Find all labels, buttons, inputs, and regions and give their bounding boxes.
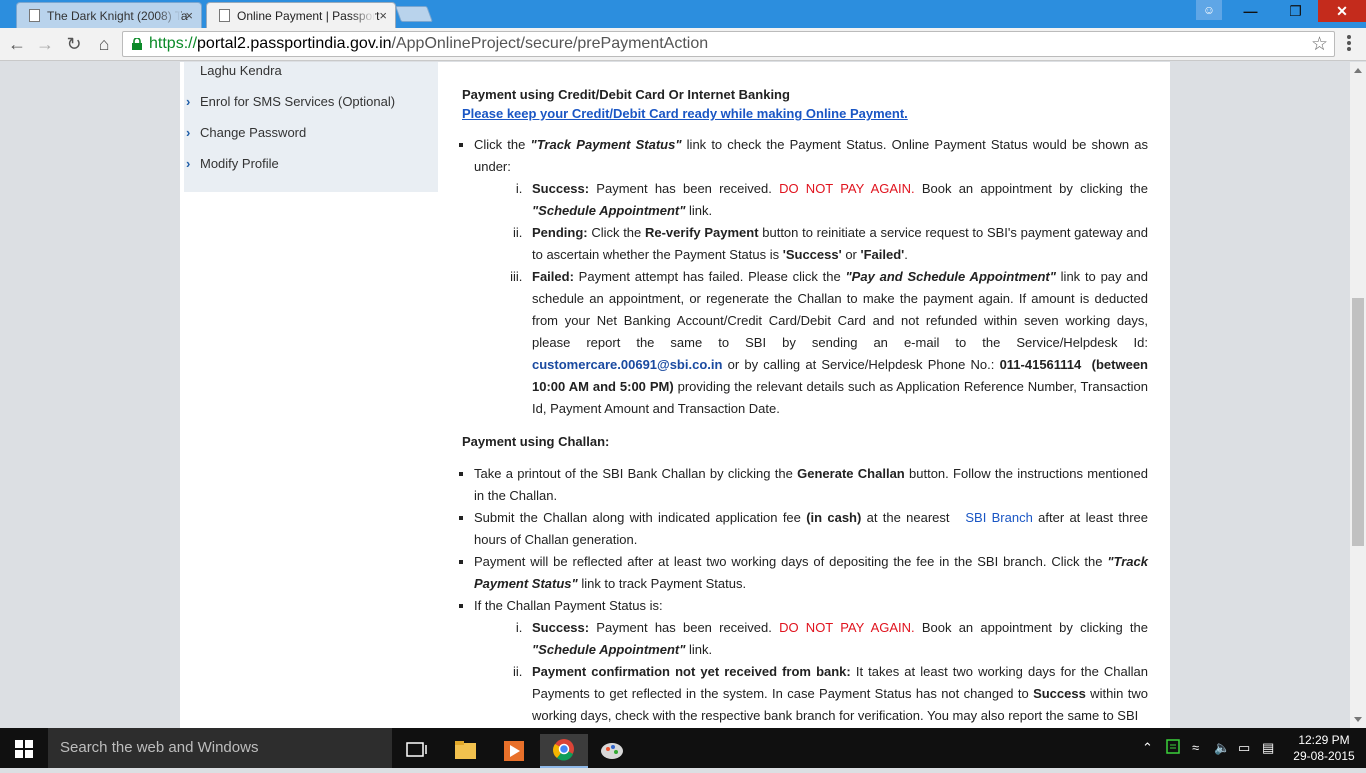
paint-icon[interactable] — [588, 734, 636, 768]
sidebar-item-label: Laghu Kendra — [200, 63, 282, 78]
window-close-button[interactable]: ✕ — [1318, 0, 1366, 22]
scroll-thumb[interactable] — [1352, 298, 1364, 546]
scroll-down-icon[interactable] — [1354, 717, 1362, 722]
card-notice-link[interactable]: Please keep your Credit/Debit Card ready… — [462, 104, 1148, 124]
list-item: Submit the Challan along with indicated … — [474, 507, 1148, 551]
tab-online-payment[interactable]: Online Payment | Passport × — [206, 2, 396, 28]
challan-instructions-list: Take a printout of the SBI Bank Challan … — [474, 463, 1148, 727]
sidebar: Laghu Kendra › Enrol for SMS Services (O… — [184, 62, 438, 192]
back-icon[interactable]: ← — [5, 32, 29, 56]
taskbar-search-box[interactable]: Search the web and Windows — [48, 728, 392, 768]
chevron-right-icon: › — [186, 125, 191, 140]
chevron-right-icon: › — [186, 94, 191, 109]
browser-toolbar: ← → ↻ ⌂ https://portal2.passportindia.go… — [0, 28, 1366, 61]
close-icon[interactable]: × — [185, 8, 193, 23]
taskbar-clock[interactable]: 12:29 PM 29-08-2015 — [1284, 732, 1364, 764]
search-placeholder: Search the web and Windows — [60, 739, 259, 756]
new-tab-button[interactable] — [395, 6, 433, 22]
card-notice-text: Please keep your Credit/Debit Card ready… — [462, 106, 908, 121]
clock-time: 12:29 PM — [1298, 733, 1350, 747]
chevron-right-icon: › — [186, 156, 191, 171]
challan-section-title: Payment using Challan: — [462, 434, 610, 449]
tab-dark-knight[interactable]: The Dark Knight (2008) Ta × — [16, 2, 202, 28]
wifi-icon[interactable]: ≈ — [1192, 740, 1199, 755]
close-icon[interactable]: × — [379, 8, 387, 23]
url-scheme: https:// — [149, 35, 198, 52]
media-player-icon[interactable] — [490, 734, 538, 768]
file-explorer-icon[interactable] — [442, 734, 490, 768]
list-item: Success: Payment has been received. DO N… — [526, 617, 1148, 661]
scroll-up-icon[interactable] — [1354, 68, 1362, 73]
browser-titlebar: The Dark Knight (2008) Ta × Online Payme… — [0, 0, 1366, 28]
taskbar: Search the web and Windows ⌃ ≈ 🔈 ▭ ▤ 12:… — [0, 728, 1366, 768]
payment-instructions: Payment using Credit/Debit Card Or Inter… — [462, 86, 1148, 727]
forward-icon[interactable]: → — [33, 32, 57, 56]
notifications-icon[interactable]: ▤ — [1262, 740, 1274, 756]
list-item: Failed: Payment attempt has failed. Plea… — [526, 266, 1148, 420]
user-icon[interactable]: ☺ — [1196, 0, 1222, 20]
sidebar-item-label: Enrol for SMS Services (Optional) — [200, 94, 396, 109]
page-viewport: Laghu Kendra › Enrol for SMS Services (O… — [0, 62, 1350, 728]
status-list: Success: Payment has been received. DO N… — [526, 178, 1148, 420]
clock-date: 29-08-2015 — [1293, 749, 1355, 763]
list-item: Click the "Track Payment Status" link to… — [474, 134, 1148, 420]
restore-button[interactable]: ❐ — [1273, 0, 1318, 22]
page-container: Laghu Kendra › Enrol for SMS Services (O… — [180, 62, 1170, 728]
home-icon[interactable]: ⌂ — [92, 32, 116, 56]
power-icon[interactable]: ▭ — [1238, 740, 1250, 756]
chevron-up-icon[interactable]: ⌃ — [1142, 740, 1153, 756]
list-item: Payment confirmation not yet received fr… — [526, 661, 1148, 727]
tab-fade — [351, 3, 375, 28]
reload-icon[interactable]: ↻ — [62, 32, 86, 56]
list-item: Take a printout of the SBI Bank Challan … — [474, 463, 1148, 507]
task-view-icon[interactable] — [392, 734, 440, 768]
address-bar[interactable]: https://portal2.passportindia.gov.in/App… — [122, 31, 1335, 57]
card-section-title: Payment using Credit/Debit Card Or Inter… — [462, 87, 790, 102]
sidebar-item-label: Change Password — [200, 125, 307, 140]
list-item: Success: Payment has been received. DO N… — [526, 178, 1148, 222]
list-item: If the Challan Payment Status is: Succes… — [474, 595, 1148, 727]
list-item: Pending: Click the Re-verify Payment but… — [526, 222, 1148, 266]
chrome-icon[interactable] — [540, 734, 588, 768]
url-path: /AppOnlineProject/secure/prePaymentActio… — [391, 35, 709, 52]
menu-icon[interactable] — [1342, 34, 1356, 54]
card-instructions-list: Click the "Track Payment Status" link to… — [474, 134, 1148, 420]
lock-icon — [132, 38, 142, 50]
document-icon — [29, 9, 40, 22]
url-host: portal2.passportindia.gov.in — [197, 35, 392, 52]
challan-status-list: Success: Payment has been received. DO N… — [526, 617, 1148, 727]
tab-fade — [157, 3, 181, 28]
vertical-scrollbar[interactable] — [1350, 62, 1366, 728]
minimize-button[interactable]: — — [1228, 0, 1273, 22]
volume-icon[interactable]: 🔈 — [1214, 740, 1230, 756]
document-icon — [219, 9, 230, 22]
battery-saver-icon[interactable] — [1166, 738, 1180, 757]
url-text: https://portal2.passportindia.gov.in/App… — [149, 35, 708, 53]
star-icon[interactable]: ☆ — [1311, 33, 1328, 56]
sbi-branch-link[interactable]: SBI Branch — [965, 510, 1032, 525]
sidebar-item-label: Modify Profile — [200, 156, 279, 171]
windows-start-icon[interactable] — [15, 740, 33, 758]
list-item: Payment will be reflected after at least… — [474, 551, 1148, 595]
